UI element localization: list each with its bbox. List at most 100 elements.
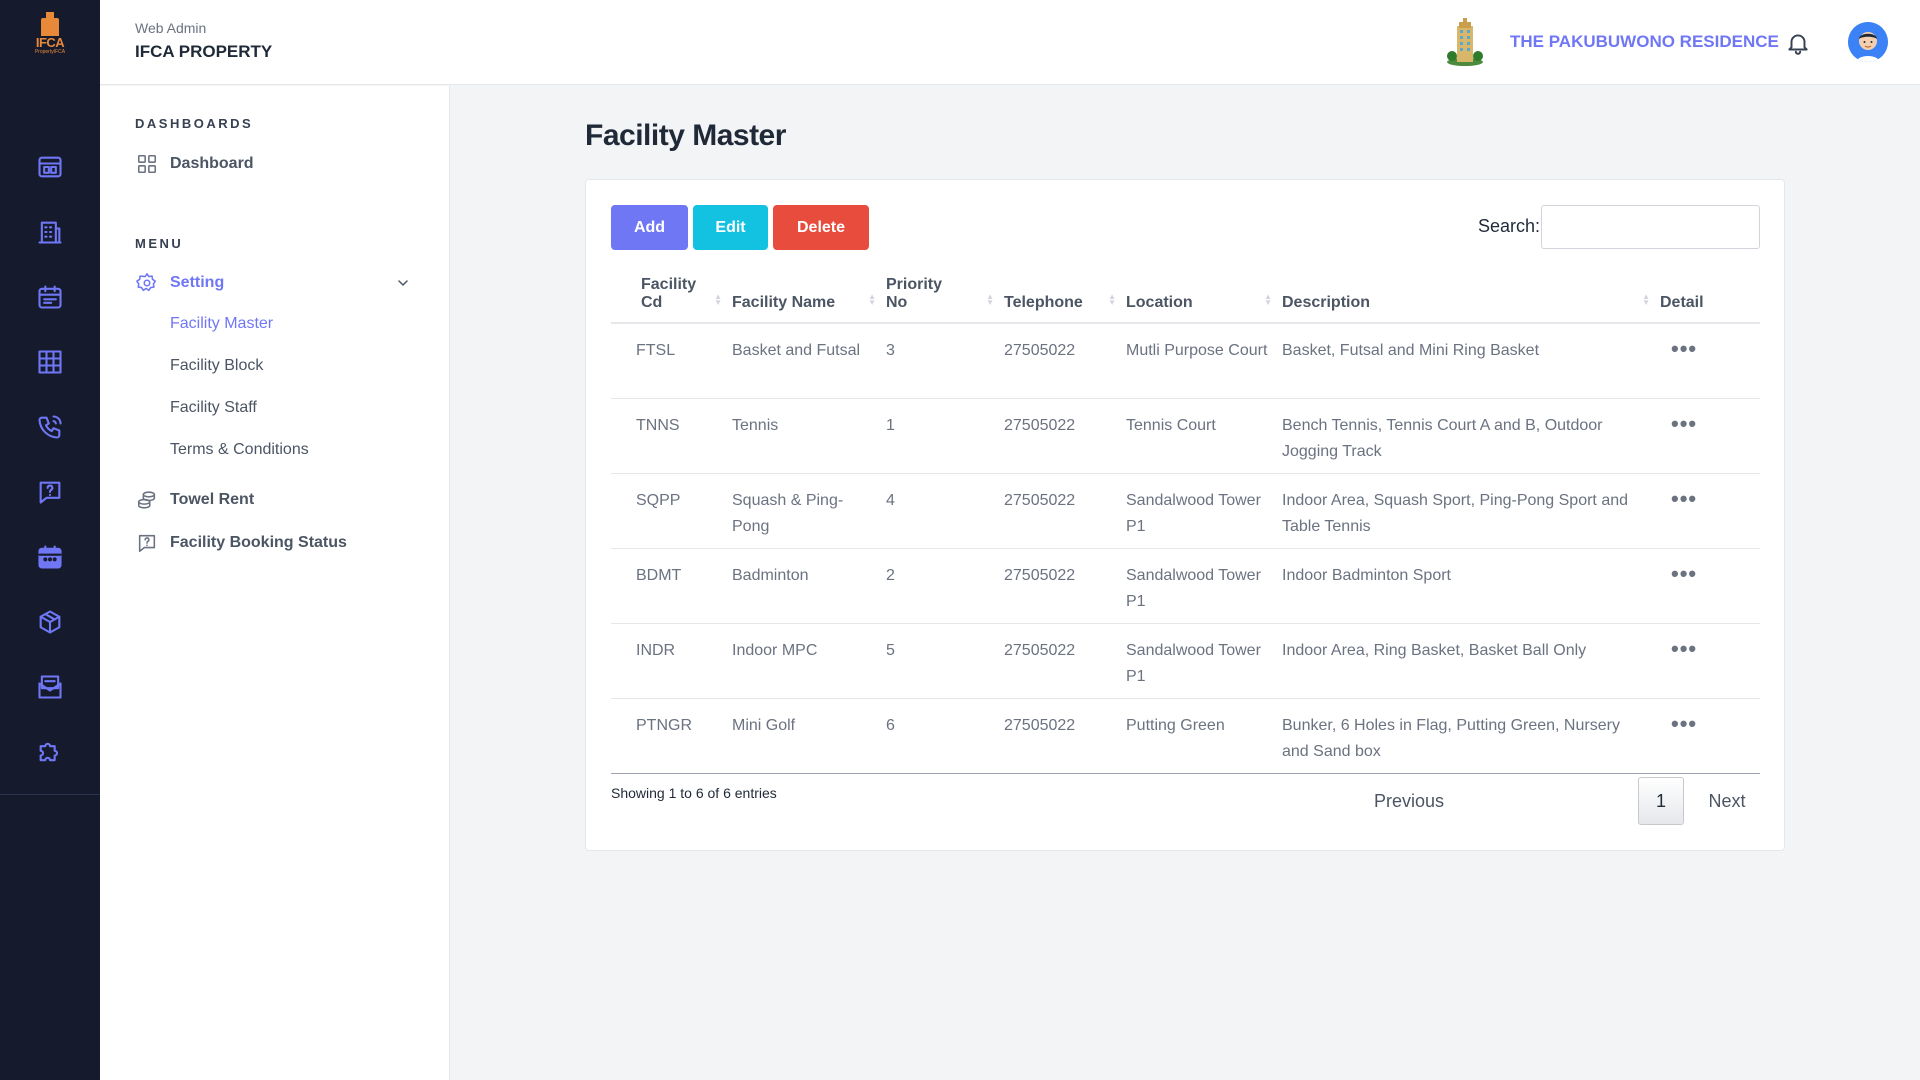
cell-priority-no: 3	[886, 323, 1004, 399]
cell-location: Sandalwood Tower P1	[1126, 623, 1282, 699]
logo-building-icon	[41, 12, 59, 36]
cell-facility-cd: INDR	[611, 623, 732, 699]
column-label: Detail	[1660, 294, 1704, 311]
cell-description: Indoor Badminton Sport	[1282, 548, 1660, 624]
column-header-telephone[interactable]: Telephone ▲ ▼	[1004, 271, 1126, 324]
sidebar-item-label: Setting	[170, 274, 225, 291]
cell-priority-no: 5	[886, 623, 1004, 699]
rail-divider	[0, 794, 100, 795]
cell-facility-cd: SQPP	[611, 473, 732, 549]
column-header-priority-no[interactable]: Priority No ▲ ▼	[886, 271, 1004, 324]
rail-phone-icon[interactable]	[0, 394, 100, 459]
sidebar-item-label: Towel Rent	[170, 491, 255, 508]
sort-icon: ▲ ▼	[868, 292, 876, 307]
cell-facility-name: Tennis	[732, 398, 886, 474]
dashboards-heading: DASHBOARDS	[135, 116, 254, 131]
cell-location: Putting Green	[1126, 698, 1282, 774]
sidebar-item-setting[interactable]: Setting	[135, 271, 224, 295]
residence-name[interactable]: THE PAKUBUWONO RESIDENCE	[1510, 32, 1779, 52]
cell-priority-no: 1	[886, 398, 1004, 474]
cell-facility-name: Basket and Futsal	[732, 323, 886, 399]
column-header-description[interactable]: Description ▲ ▼	[1282, 271, 1660, 324]
column-header-facility-name[interactable]: Facility Name ▲ ▼	[732, 271, 886, 324]
table-row[interactable]: PTNGR Mini Golf 6 27505022 Putting Green…	[611, 698, 1760, 774]
more-options-icon[interactable]: •••	[1671, 338, 1697, 360]
cell-location: Mutli Purpose Court	[1126, 323, 1282, 399]
pagination-page-1[interactable]: 1	[1638, 777, 1684, 825]
rail-calendar-icon[interactable]	[0, 264, 100, 329]
table-row[interactable]: TNNS Tennis 1 27505022 Tennis Court Benc…	[611, 398, 1760, 474]
rail-building-icon[interactable]	[0, 199, 100, 264]
user-avatar[interactable]	[1848, 22, 1888, 62]
table-row[interactable]: BDMT Badminton 2 27505022 Sandalwood Tow…	[611, 548, 1760, 624]
column-header-facility-cd[interactable]: Facility Cd ▲ ▼	[611, 271, 732, 324]
sidebar: DASHBOARDS Dashboard MENU Setting Facili…	[100, 86, 450, 1080]
cell-priority-no: 2	[886, 548, 1004, 624]
sort-icon: ▲ ▼	[1642, 292, 1650, 307]
rail-grid-icon[interactable]	[0, 329, 100, 394]
brand-title: IFCA PROPERTY	[135, 42, 273, 61]
edit-button[interactable]: Edit	[693, 205, 768, 250]
column-header-detail: Detail	[1660, 271, 1760, 324]
cell-telephone: 27505022	[1004, 398, 1126, 474]
help-icon	[135, 531, 159, 555]
chevron-down-icon[interactable]	[395, 275, 411, 291]
add-button[interactable]: Add	[611, 205, 688, 250]
rail-dashboard-icon[interactable]	[0, 134, 100, 199]
pagination-previous[interactable]: Previous	[1364, 777, 1454, 825]
delete-button[interactable]: Delete	[773, 205, 869, 250]
cell-priority-no: 6	[886, 698, 1004, 774]
sort-icon: ▲ ▼	[986, 292, 994, 307]
table-row[interactable]: SQPP Squash & Ping-Pong 4 27505022 Sanda…	[611, 473, 1760, 549]
rail-box-icon[interactable]	[0, 589, 100, 654]
icon-rail: IFCA PropertyIFCA	[0, 0, 100, 1080]
cell-description: Basket, Futsal and Mini Ring Basket	[1282, 323, 1660, 399]
search-input[interactable]	[1541, 205, 1760, 249]
cell-facility-cd: FTSL	[611, 323, 732, 399]
more-options-icon[interactable]: •••	[1671, 487, 1697, 509]
cell-description: Bunker, 6 Holes in Flag, Putting Green, …	[1282, 698, 1660, 774]
sidebar-subitem-facility-block[interactable]: Facility Block	[170, 357, 263, 375]
table-row[interactable]: FTSL Basket and Futsal 3 27505022 Mutli …	[611, 323, 1760, 399]
cell-facility-cd: BDMT	[611, 548, 732, 624]
table-row[interactable]: INDR Indoor MPC 5 27505022 Sandalwood To…	[611, 623, 1760, 699]
column-label: Telephone	[1004, 294, 1083, 311]
more-options-icon[interactable]: •••	[1671, 412, 1697, 434]
column-header-location[interactable]: Location ▲ ▼	[1126, 271, 1282, 324]
pagination-next[interactable]: Next	[1694, 777, 1760, 825]
ifca-logo[interactable]: IFCA PropertyIFCA	[28, 12, 72, 62]
sidebar-item-booking-status[interactable]: Facility Booking Status	[135, 531, 347, 555]
cell-facility-name: Badminton	[732, 548, 886, 624]
cell-location: Sandalwood Tower P1	[1126, 473, 1282, 549]
sidebar-subitem-facility-staff[interactable]: Facility Staff	[170, 399, 257, 417]
cell-facility-cd: TNNS	[611, 398, 732, 474]
cell-telephone: 27505022	[1004, 548, 1126, 624]
menu-heading: MENU	[135, 236, 184, 251]
residence-building-icon	[1445, 18, 1485, 66]
sidebar-subitem-terms-conditions[interactable]: Terms & Conditions	[170, 441, 309, 459]
column-label: Facility Name	[732, 294, 836, 311]
cell-description: Indoor Area, Ring Basket, Basket Ball On…	[1282, 623, 1660, 699]
sidebar-subitem-facility-master[interactable]: Facility Master	[170, 315, 273, 333]
rail-mail-icon[interactable]	[0, 654, 100, 719]
coins-icon	[135, 488, 159, 512]
sort-icon: ▲ ▼	[714, 292, 722, 307]
cell-telephone: 27505022	[1004, 623, 1126, 699]
column-label: Priority No	[886, 276, 943, 311]
rail-help-icon[interactable]	[0, 459, 100, 524]
table-header-row: Facility Cd ▲ ▼ Facility Name ▲ ▼ Priority N…	[611, 271, 1760, 324]
sort-icon: ▲ ▼	[1108, 292, 1116, 307]
more-options-icon[interactable]: •••	[1671, 637, 1697, 659]
sidebar-item-dashboard[interactable]: Dashboard	[135, 152, 254, 176]
sidebar-item-towel-rent[interactable]: Towel Rent	[135, 488, 254, 512]
cell-facility-cd: PTNGR	[611, 698, 732, 774]
rail-calendar-filled-icon[interactable]	[0, 524, 100, 589]
more-options-icon[interactable]: •••	[1671, 712, 1697, 734]
cell-description: Bench Tennis, Tennis Court A and B, Outd…	[1282, 398, 1660, 474]
rail-puzzle-icon[interactable]	[0, 719, 100, 784]
brand-subtitle: Web Admin	[135, 20, 207, 36]
more-options-icon[interactable]: •••	[1671, 562, 1697, 584]
bell-icon[interactable]	[1785, 30, 1811, 56]
cell-location: Tennis Court	[1126, 398, 1282, 474]
cell-facility-name: Indoor MPC	[732, 623, 886, 699]
